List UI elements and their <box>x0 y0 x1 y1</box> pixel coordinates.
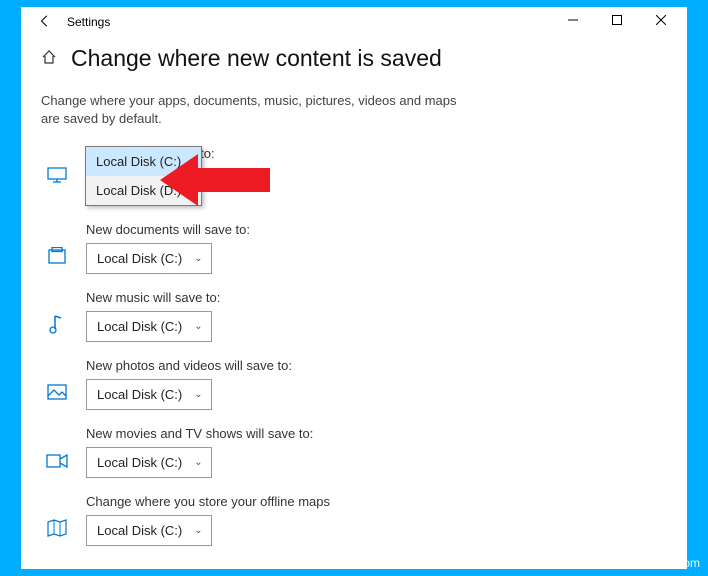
document-icon <box>41 247 73 270</box>
photos-dropdown[interactable]: Local Disk (C:) ⌄ <box>86 379 212 410</box>
window-title: Settings <box>67 15 110 29</box>
titlebar: Settings <box>21 7 687 37</box>
section-label: New photos and videos will save to: <box>86 358 667 373</box>
page-description: Change where your apps, documents, music… <box>41 92 461 128</box>
chevron-down-icon: ⌄ <box>182 389 202 400</box>
section-maps: Change where you store your offline maps… <box>41 494 667 546</box>
dropdown-value: Local Disk (C:) <box>97 455 182 470</box>
home-icon[interactable] <box>41 49 59 69</box>
dropdown-value: Local Disk (C:) <box>97 523 182 538</box>
maps-dropdown[interactable]: Local Disk (C:) ⌄ <box>86 515 212 546</box>
back-button[interactable] <box>31 14 59 31</box>
dropdown-value: Local Disk (C:) <box>97 251 182 266</box>
map-icon <box>41 519 73 542</box>
chevron-down-icon: ⌄ <box>182 253 202 264</box>
close-button[interactable] <box>639 7 683 37</box>
documents-dropdown[interactable]: Local Disk (C:) ⌄ <box>86 243 212 274</box>
content: Change where your apps, documents, music… <box>21 86 687 546</box>
page-header: Change where new content is saved <box>21 37 687 86</box>
chevron-down-icon: ⌄ <box>182 525 202 536</box>
dropdown-value: Local Disk (C:) <box>97 319 182 334</box>
page-title: Change where new content is saved <box>71 45 442 72</box>
section-music: New music will save to: Local Disk (C:) … <box>41 290 667 342</box>
music-dropdown[interactable]: Local Disk (C:) ⌄ <box>86 311 212 342</box>
chevron-down-icon: ⌄ <box>182 321 202 332</box>
maximize-button[interactable] <box>595 7 639 37</box>
movies-dropdown[interactable]: Local Disk (C:) ⌄ <box>86 447 212 478</box>
minimize-button[interactable] <box>551 7 595 37</box>
section-label: Change where you store your offline maps <box>86 494 667 509</box>
watermark: wsxdn.com <box>640 556 700 570</box>
section-label: New music will save to: <box>86 290 667 305</box>
annotation-arrow <box>160 150 270 210</box>
section-apps: New apps will save to: Local Disk (C:) L… <box>41 146 667 206</box>
section-label: New documents will save to: <box>86 222 667 237</box>
section-documents: New documents will save to: Local Disk (… <box>41 222 667 274</box>
section-photos: New photos and videos will save to: Loca… <box>41 358 667 410</box>
music-icon <box>41 314 73 339</box>
section-label: New movies and TV shows will save to: <box>86 426 667 441</box>
video-icon <box>41 453 73 473</box>
section-movies: New movies and TV shows will save to: Lo… <box>41 426 667 478</box>
monitor-icon <box>41 167 73 188</box>
photo-icon <box>41 384 73 405</box>
chevron-down-icon: ⌄ <box>182 457 202 468</box>
settings-window: Settings Change where new content is sav… <box>21 7 687 569</box>
dropdown-value: Local Disk (C:) <box>97 387 182 402</box>
